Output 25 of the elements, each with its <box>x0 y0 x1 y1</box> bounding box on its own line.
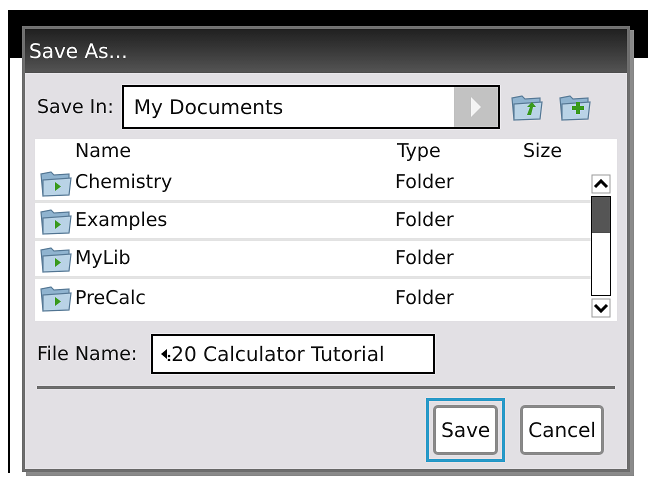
file-name-field[interactable]: 20 Calculator Tutorial <box>151 334 436 374</box>
file-name-value: 20 Calculator Tutorial <box>171 341 385 368</box>
file-type-cell-text: Folder <box>395 286 454 311</box>
file-name-cell-text: Chemistry <box>75 170 174 196</box>
file-type-cell-text: Folder <box>395 170 454 196</box>
scrollbar-track[interactable] <box>591 196 611 296</box>
file-name-label: File Name: <box>37 342 138 367</box>
file-row[interactable]: Chemistry Folder <box>35 165 595 203</box>
column-header[interactable]: Type <box>397 136 523 165</box>
file-row[interactable]: PreCalc Folder <box>35 279 595 317</box>
scroll-up-icon[interactable] <box>591 174 611 194</box>
save-in-dropdown[interactable]: My Documents <box>122 85 500 129</box>
file-name-cell-text: Examples <box>75 208 168 234</box>
dialog-title: Save As... <box>25 29 627 73</box>
column-header[interactable]: Name <box>75 136 397 165</box>
save-in-label: Save In: <box>37 94 114 120</box>
file-name-cell-text: PreCalc <box>75 286 147 311</box>
dialog-button[interactable]: Save <box>426 398 506 462</box>
scroll-down-icon[interactable] <box>591 298 611 318</box>
column-header[interactable]: Size <box>523 136 562 165</box>
file-type-cell-text: Folder <box>395 246 454 272</box>
file-type-cell-text: Folder <box>395 208 454 234</box>
scrollbar-thumb[interactable] <box>592 197 610 233</box>
file-name-cell-text: MyLib <box>75 246 132 272</box>
scroll-left-icon <box>159 347 172 361</box>
